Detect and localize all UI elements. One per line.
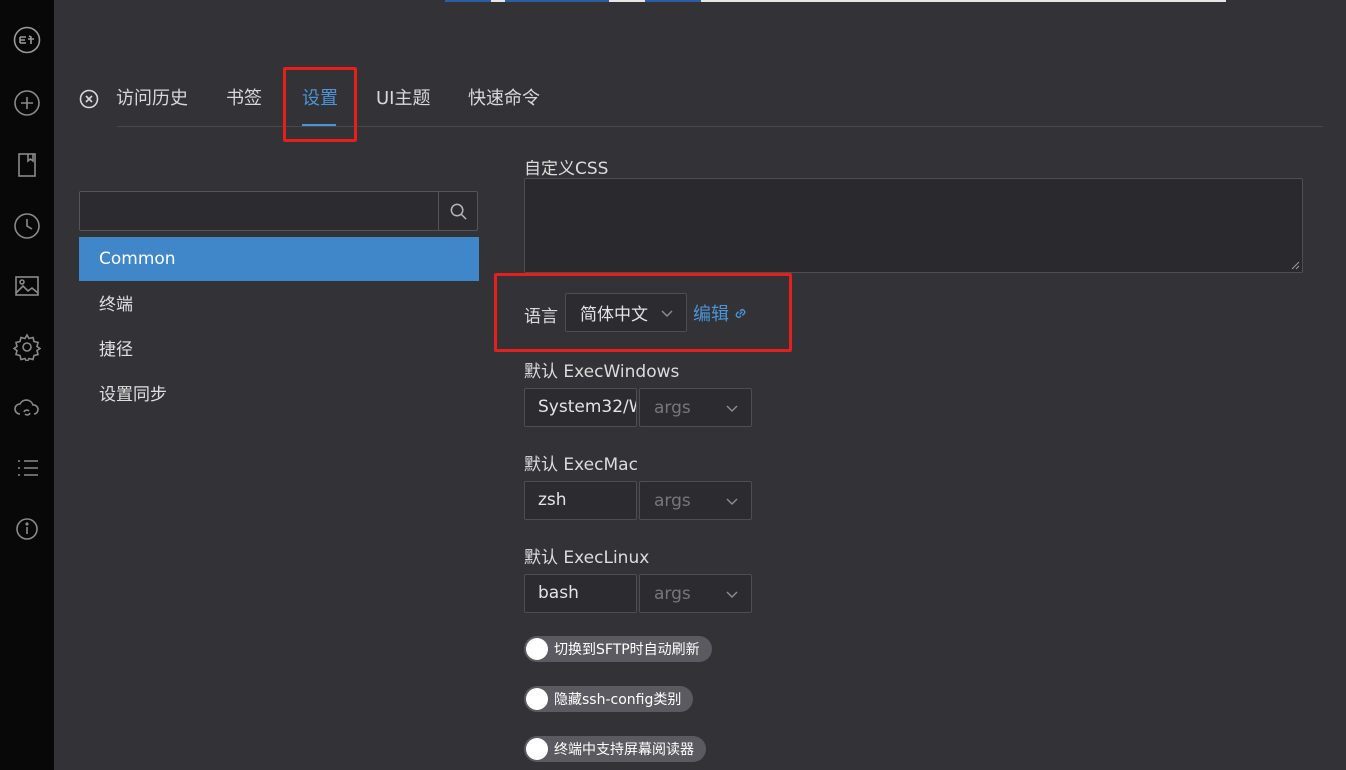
exec-windows-input[interactable]: System32/WindowsPowerShell [524,388,637,427]
settings-icon[interactable] [12,332,42,362]
top-strip-segment [645,0,701,2]
exec-windows-label: 默认 ExecWindows [524,362,680,382]
settings-search [79,191,478,231]
menu-item-terminal[interactable]: 终端 [79,283,479,327]
bookmark-icon[interactable] [12,150,42,180]
resize-grip-icon[interactable] [1291,261,1300,270]
exec-mac-input[interactable]: zsh [524,481,637,520]
toggle-screen-reader[interactable]: 终端中支持屏幕阅读器 [524,736,706,762]
toggle-knob [526,688,548,710]
history-icon[interactable] [12,211,42,241]
toggle-knob [526,738,548,760]
toggle-knob [526,638,548,660]
exec-linux-args-select[interactable]: args [639,574,752,613]
search-input[interactable] [80,192,438,230]
sidebar-rail [0,0,54,770]
tab-bookmarks[interactable]: 书签 [226,87,262,111]
args-placeholder: args [654,583,691,604]
chevron-down-icon [726,498,738,505]
top-strip-segment [445,0,491,2]
toggle-sftp-auto-refresh[interactable]: 切换到SFTP时自动刷新 [524,636,712,662]
args-placeholder: args [654,397,691,418]
search-icon [450,203,467,220]
highlight-box-language [494,273,792,352]
search-button[interactable] [438,192,477,230]
exec-linux-input[interactable]: bash [524,574,637,613]
exec-windows-args-select[interactable]: args [639,388,752,427]
menu-item-sync[interactable]: 设置同步 [79,373,479,417]
image-icon[interactable] [12,271,42,301]
custom-css-textarea[interactable] [524,178,1303,273]
tab-ui-theme[interactable]: UI主题 [376,87,430,111]
toggle-screen-reader-label: 终端中支持屏幕阅读器 [554,742,694,758]
menu-item-shortcuts[interactable]: 捷径 [79,328,479,372]
app-window: 访问历史 书签 设置 UI主题 快速命令 Common 终端 捷径 设置同步 自… [0,0,1346,770]
logo-icon[interactable] [12,25,42,55]
top-strip-segment [505,0,609,2]
list-icon[interactable] [12,453,42,483]
chevron-down-icon [726,405,738,412]
toggle-sftp-label: 切换到SFTP时自动刷新 [554,642,700,658]
chevron-down-icon [726,591,738,598]
highlight-box-settings-tab [283,67,357,142]
close-icon[interactable] [79,89,99,109]
add-icon[interactable] [12,88,42,118]
toggle-hide-ssh-config[interactable]: 隐藏ssh-config类别 [524,686,694,712]
args-placeholder: args [654,490,691,511]
toggle-ssh-config-label: 隐藏ssh-config类别 [554,692,682,708]
tab-history[interactable]: 访问历史 [116,87,188,111]
exec-mac-args-select[interactable]: args [639,481,752,520]
exec-mac-label: 默认 ExecMac [524,455,638,475]
exec-linux-label: 默认 ExecLinux [524,548,650,568]
info-icon[interactable] [12,514,42,544]
top-progress-strip [445,0,1226,2]
cloud-sync-icon[interactable] [12,393,42,423]
menu-item-common[interactable]: Common [79,237,479,281]
scroll-mask [520,150,840,160]
tab-quick-commands[interactable]: 快速命令 [468,87,540,111]
